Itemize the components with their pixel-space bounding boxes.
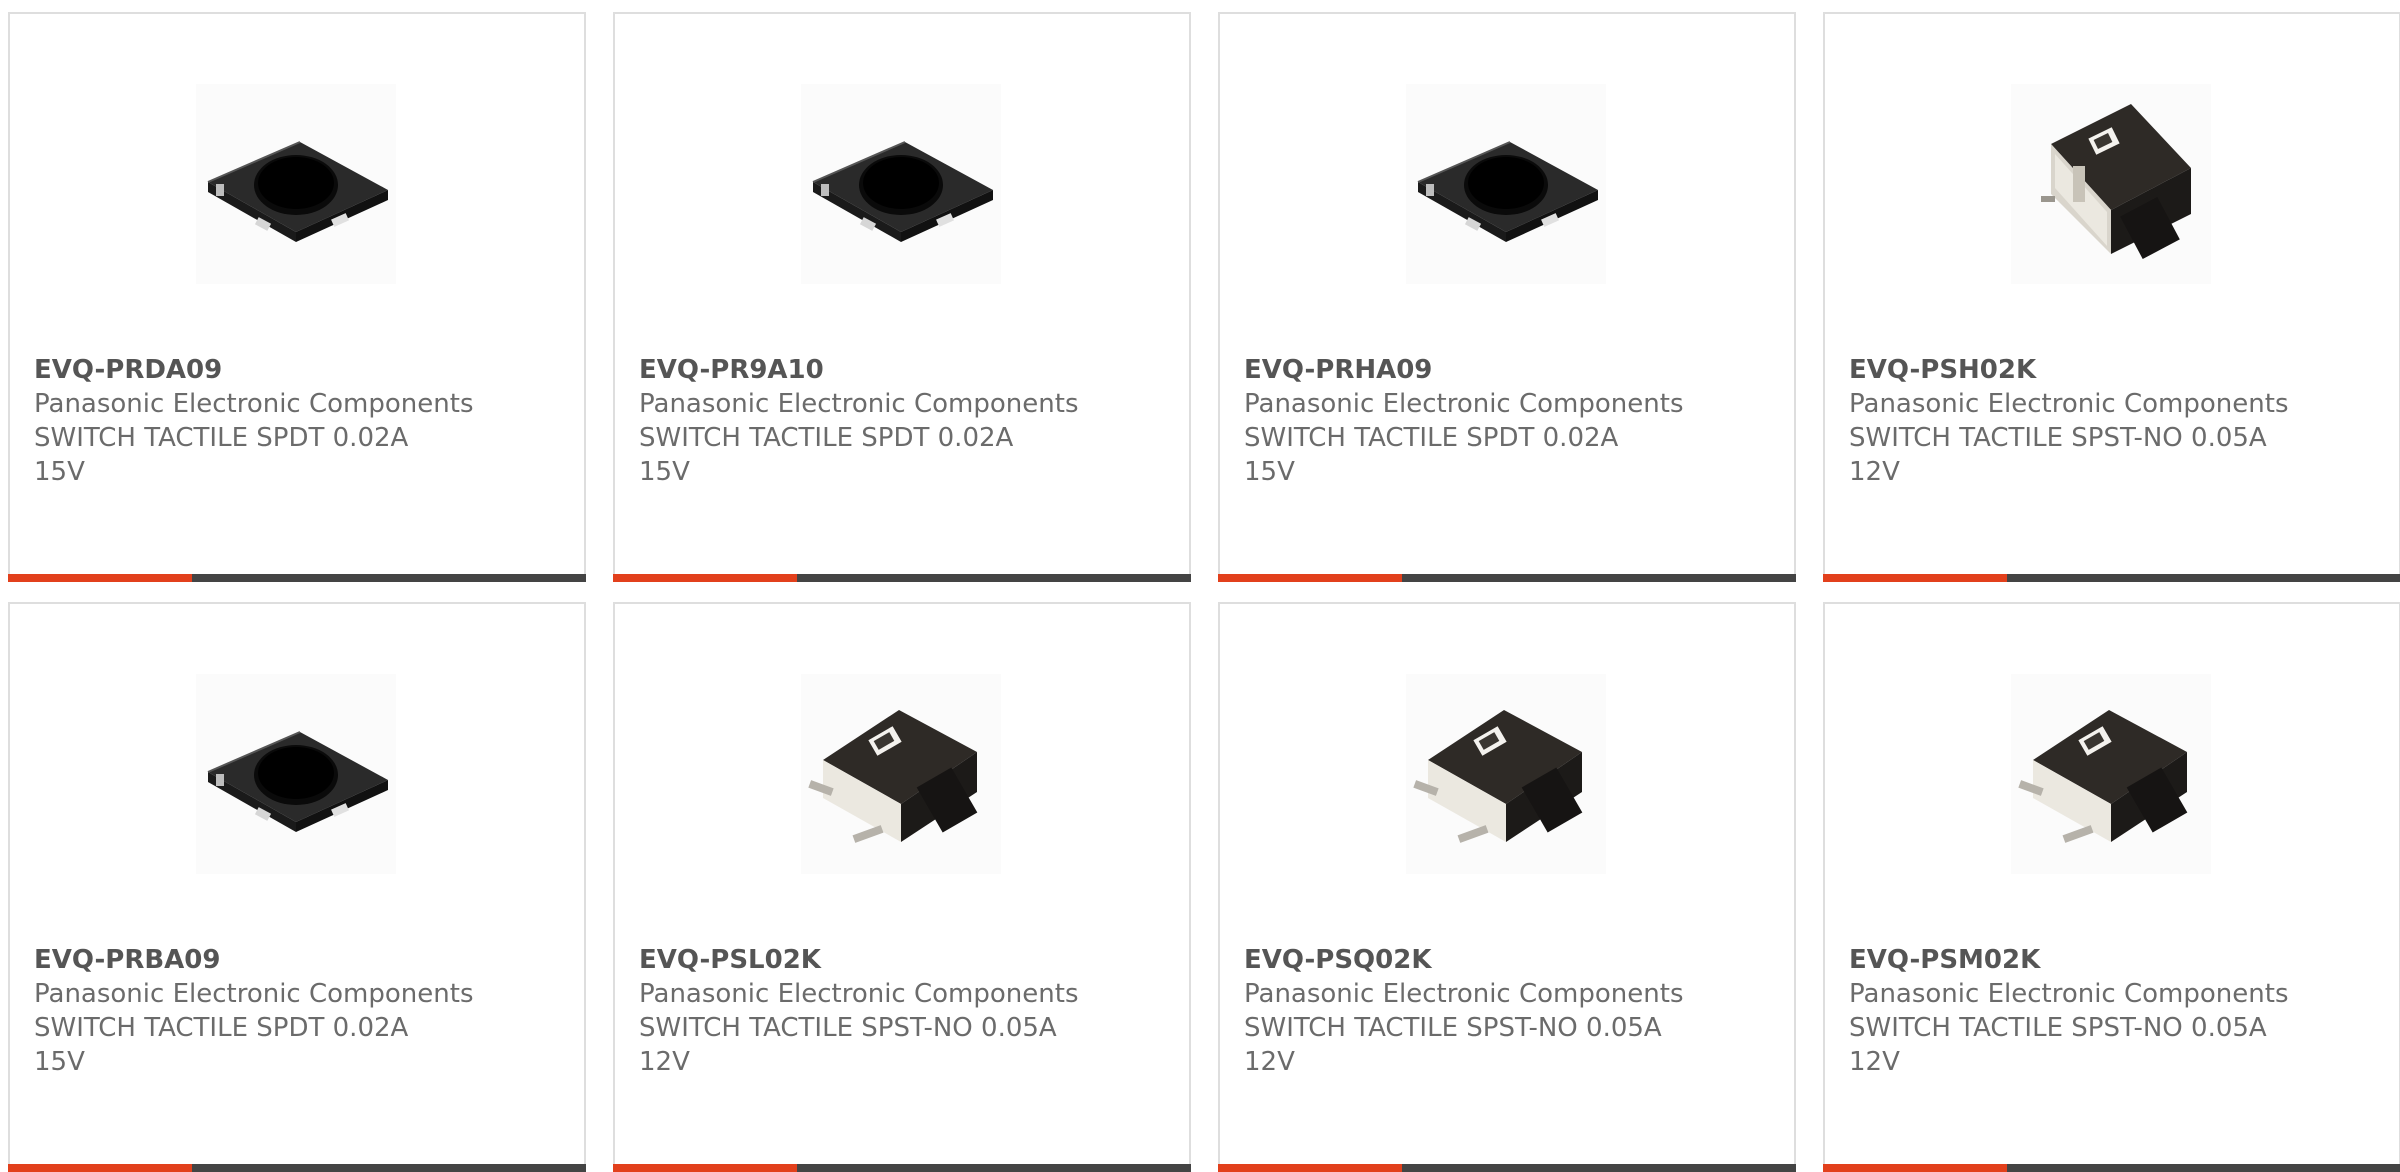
card-accent-bar [613,1164,797,1172]
product-card[interactable]: EVQ-PR9A10 Panasonic Electronic Componen… [613,12,1191,582]
card-bottom-bar [1218,1164,1796,1172]
product-part-number[interactable]: EVQ-PSM02K [1849,943,2383,977]
product-part-number[interactable]: EVQ-PRHA09 [1244,353,1778,387]
card-bottom-bar [613,1164,1191,1172]
product-description-cont: 15V [34,1047,85,1077]
product-image[interactable] [1406,84,1606,284]
product-description: SWITCH TACTILE SPDT 0.02A [639,423,1014,453]
product-description: SWITCH TACTILE SPDT 0.02A [1244,423,1619,453]
product-part-number[interactable]: EVQ-PSH02K [1849,353,2383,387]
card-bottom-bar [8,574,586,582]
product-description-cont: 15V [639,457,690,487]
product-image[interactable] [801,84,1001,284]
product-image[interactable] [2011,84,2211,284]
card-accent-bar [1218,574,1402,582]
side-actuated-switch-image [2041,104,2191,260]
product-image[interactable] [196,674,396,874]
square-tactile-switch-image [1417,141,1598,242]
product-part-number[interactable]: EVQ-PRBA09 [34,943,568,977]
product-description: SWITCH TACTILE SPST-NO 0.05A [639,1013,1057,1043]
card-bottom-bar [613,574,1191,582]
card-accent-bar [1823,1164,2007,1172]
product-grid: EVQ-PRDA09 Panasonic Electronic Componen… [8,12,2400,1172]
product-manufacturer: Panasonic Electronic Components [1849,389,2289,419]
product-description-cont: 15V [34,457,85,487]
product-part-number[interactable]: EVQ-PR9A10 [639,353,1173,387]
card-accent-bar [613,574,797,582]
product-description-cont: 12V [1244,1047,1295,1077]
product-description: SWITCH TACTILE SPST-NO 0.05A [1849,1013,2267,1043]
product-part-number[interactable]: EVQ-PSQ02K [1244,943,1778,977]
product-description: SWITCH TACTILE SPST-NO 0.05A [1849,423,2267,453]
product-manufacturer: Panasonic Electronic Components [1849,979,2289,1009]
product-description: SWITCH TACTILE SPDT 0.02A [34,1013,409,1043]
product-manufacturer: Panasonic Electronic Components [1244,389,1684,419]
product-manufacturer: Panasonic Electronic Components [639,389,1079,419]
square-tactile-switch-image [207,731,388,832]
product-card[interactable]: EVQ-PSQ02K Panasonic Electronic Componen… [1218,602,1796,1172]
product-manufacturer: Panasonic Electronic Components [34,979,474,1009]
product-image[interactable] [196,84,396,284]
product-description: SWITCH TACTILE SPST-NO 0.05A [1244,1013,1662,1043]
square-tactile-switch-image [207,141,388,242]
product-description-cont: 12V [1849,1047,1900,1077]
side-actuated-switch-image [1413,710,1583,843]
card-bottom-bar [1823,574,2400,582]
product-description-cont: 12V [639,1047,690,1077]
product-image[interactable] [2011,674,2211,874]
card-bottom-bar [1823,1164,2400,1172]
product-card[interactable]: EVQ-PSH02K Panasonic Electronic Componen… [1823,12,2400,582]
card-accent-bar [1218,1164,1402,1172]
product-manufacturer: Panasonic Electronic Components [34,389,474,419]
side-actuated-switch-image [808,710,978,843]
product-card[interactable]: EVQ-PSM02K Panasonic Electronic Componen… [1823,602,2400,1172]
product-manufacturer: Panasonic Electronic Components [1244,979,1684,1009]
product-description-cont: 12V [1849,457,1900,487]
product-card[interactable]: EVQ-PRBA09 Panasonic Electronic Componen… [8,602,586,1172]
product-image[interactable] [801,674,1001,874]
card-accent-bar [8,574,192,582]
product-card[interactable]: EVQ-PRDA09 Panasonic Electronic Componen… [8,12,586,582]
card-bottom-bar [8,1164,586,1172]
product-image[interactable] [1406,674,1606,874]
product-card[interactable]: EVQ-PRHA09 Panasonic Electronic Componen… [1218,12,1796,582]
square-tactile-switch-image [812,141,993,242]
product-card[interactable]: EVQ-PSL02K Panasonic Electronic Componen… [613,602,1191,1172]
card-accent-bar [1823,574,2007,582]
side-actuated-switch-image [2018,710,2188,843]
product-part-number[interactable]: EVQ-PRDA09 [34,353,568,387]
product-description: SWITCH TACTILE SPDT 0.02A [34,423,409,453]
product-manufacturer: Panasonic Electronic Components [639,979,1079,1009]
product-part-number[interactable]: EVQ-PSL02K [639,943,1173,977]
card-accent-bar [8,1164,192,1172]
card-bottom-bar [1218,574,1796,582]
product-description-cont: 15V [1244,457,1295,487]
